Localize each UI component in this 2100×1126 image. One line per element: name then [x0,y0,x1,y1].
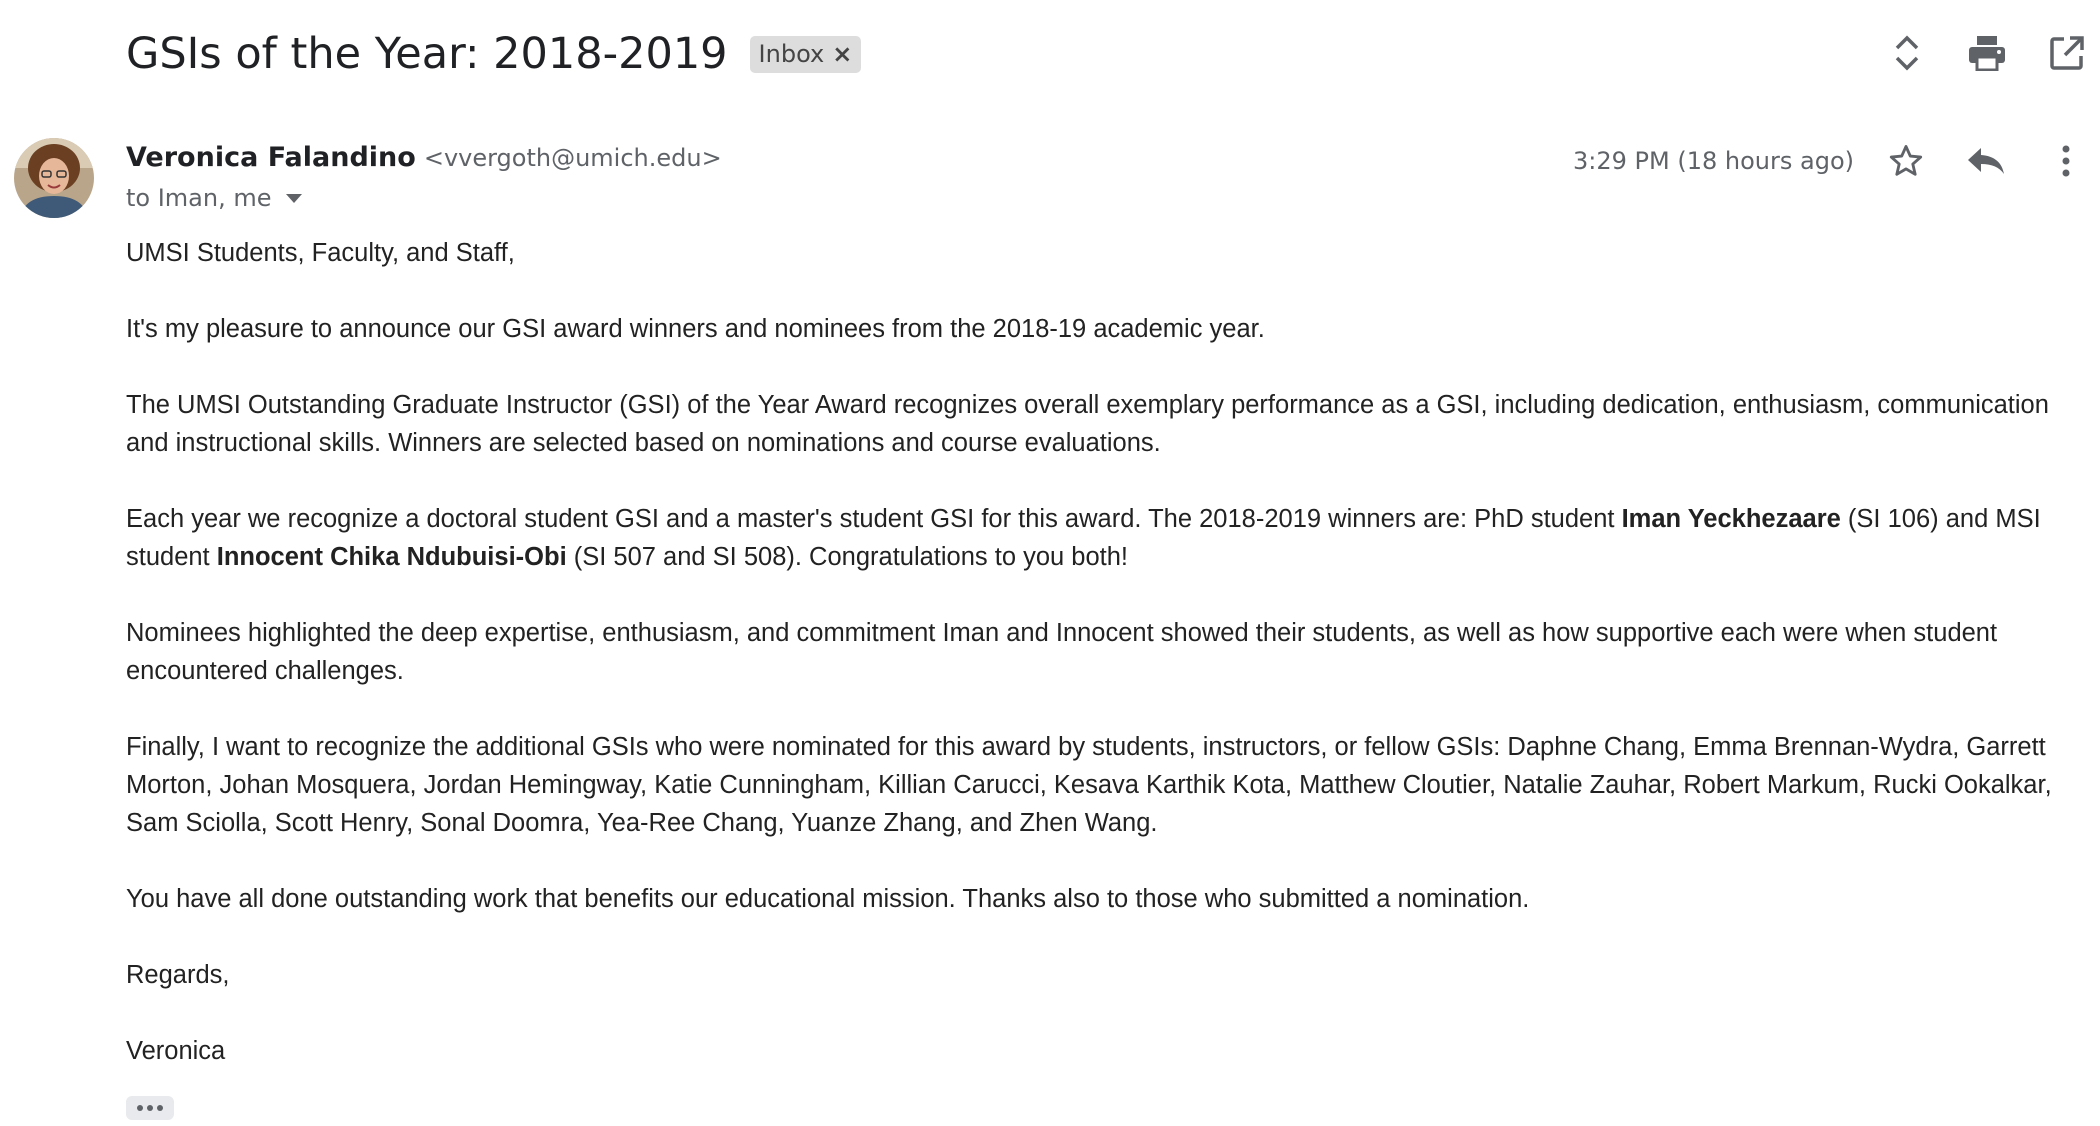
reply-icon[interactable] [1964,139,2008,183]
label-badge-text: Inbox [758,39,825,68]
body-greeting: UMSI Students, Faculty, and Staff, [126,239,515,267]
remove-label-icon[interactable]: × [832,42,852,66]
body-paragraph-4: Nominees highlighted the deep expertise,… [126,619,1998,685]
message-meta: 3:29 PM (18 hours ago) [1573,138,2088,184]
thread-toolbar [1848,32,2088,74]
sender-email: <vvergoth@umich.edu> [423,144,722,172]
sender-row: Veronica Falandino <vvergoth@umich.edu> [126,142,722,173]
open-in-new-window-icon[interactable] [2046,32,2088,74]
body-closing: Regards, [126,961,230,989]
recipients-text: to Iman, me [126,184,272,212]
more-vertical-icon[interactable] [2044,139,2088,183]
message-body: UMSI Students, Faculty, and Staff, It's … [126,234,2076,1108]
winner-msi: Innocent Chika Ndubuisi-Obi [216,543,567,571]
more-horizontal-icon[interactable] [126,1096,174,1120]
timestamp: 3:29 PM (18 hours ago) [1573,147,1854,175]
email-subject: GSIs of the Year: 2018-2019 [126,29,728,79]
body-paragraph-1: It's my pleasure to announce our GSI awa… [126,315,1265,343]
body-signature: Veronica [126,1037,226,1065]
ellipsis-dot [157,1105,163,1111]
sender-avatar[interactable] [14,138,94,218]
label-badge-inbox[interactable]: Inbox × [749,35,862,73]
sender-name[interactable]: Veronica Falandino [126,142,416,173]
winner-phd: Iman Yeckhezaare [1621,505,1841,533]
body-paragraph-3-part-c: (SI 507 and SI 508). Congratulations to … [566,543,1129,571]
chevron-down-icon[interactable] [285,193,302,203]
print-icon[interactable] [1966,32,2008,74]
star-icon[interactable] [1884,139,1928,183]
unfold-icon[interactable] [1886,32,1928,74]
body-paragraph-2: The UMSI Outstanding Graduate Instructor… [126,391,2049,457]
body-paragraph-6: You have all done outstanding work that … [126,885,1530,913]
subject-row: GSIs of the Year: 2018-2019 Inbox × [126,24,862,84]
ellipsis-dot [147,1105,153,1111]
recipients-toggle[interactable]: to Iman, me [126,184,302,212]
body-paragraph-5: Finally, I want to recognize the additio… [126,733,2052,837]
ellipsis-dot [137,1105,143,1111]
body-paragraph-3-part-a: Each year we recognize a doctoral studen… [126,505,1622,533]
body-paragraph-3: Each year we recognize a doctoral studen… [126,500,2076,576]
